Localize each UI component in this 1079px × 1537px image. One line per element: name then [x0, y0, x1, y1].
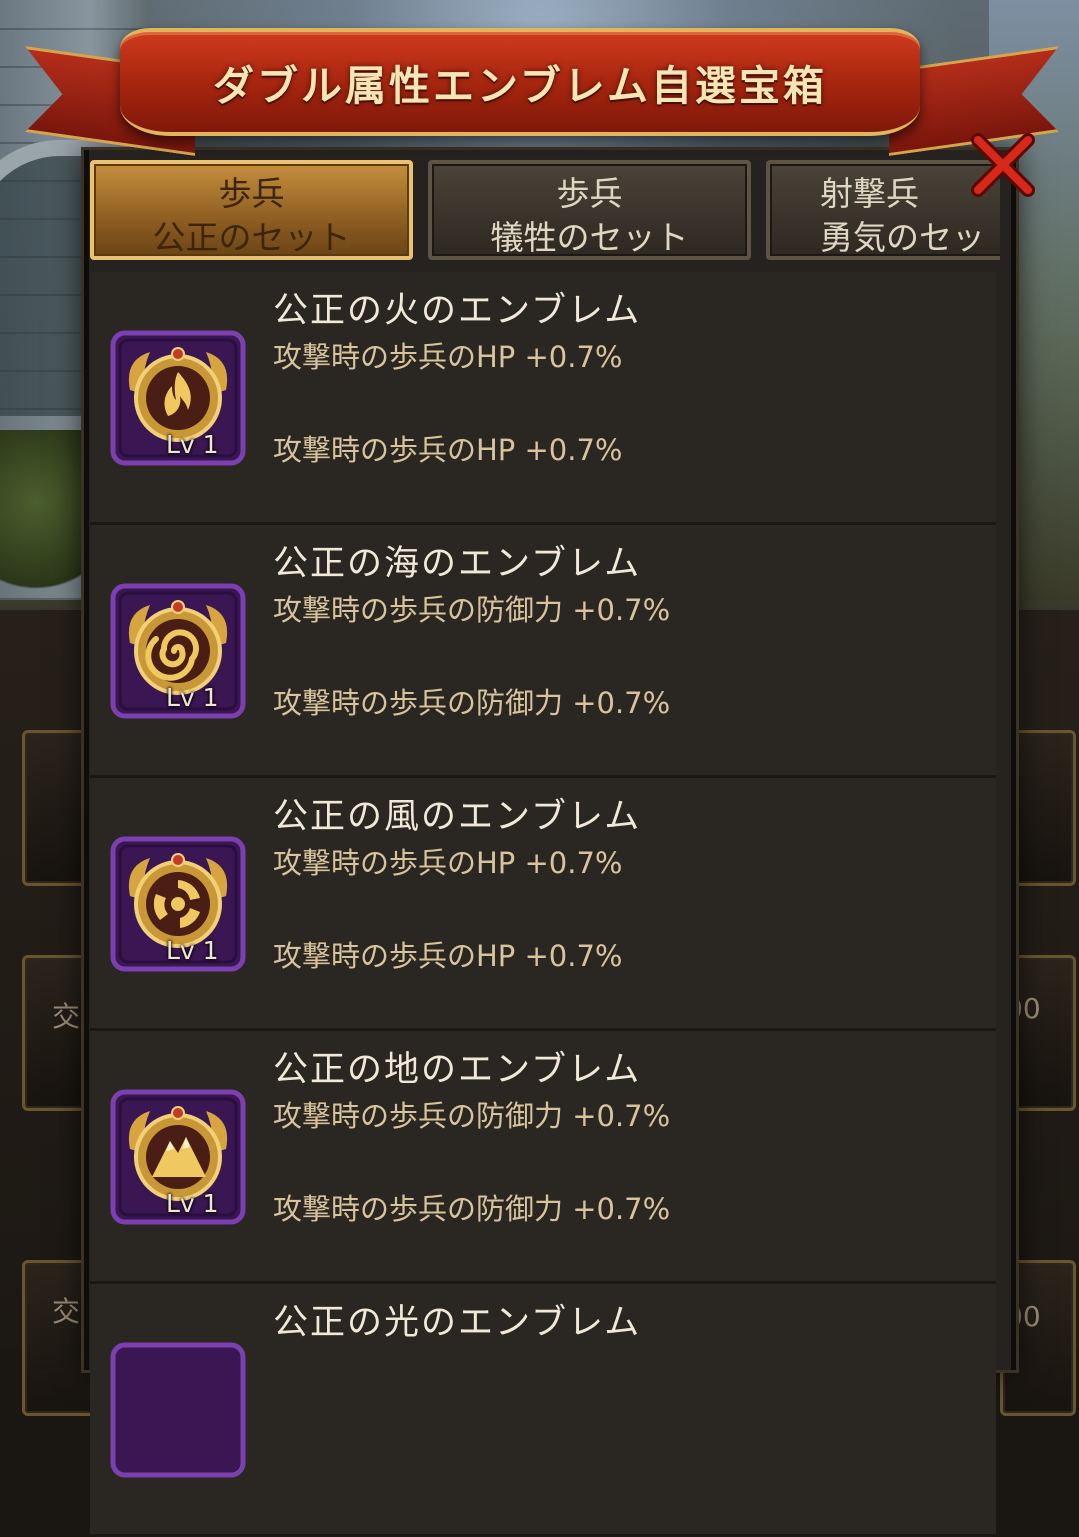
title-ribbon: ダブル属性エンブレム自選宝箱	[120, 28, 920, 136]
emblem-name: 公正の地のエンブレム	[273, 1050, 642, 1090]
emblem-icon-frame: Lv 1	[110, 836, 246, 972]
emblem-item-wind[interactable]: Lv 1 公正の風のエンブレム 攻撃時の歩兵のHP +0.7% 攻撃時の歩兵のH…	[90, 778, 996, 1031]
level-badge: Lv 1	[166, 430, 219, 459]
level-badge: Lv 1	[166, 1189, 219, 1218]
tab-label-line2: 勇気のセッ	[820, 218, 985, 257]
emblem-stat-1: 攻撃時の歩兵の防御力 +0.7%	[273, 593, 671, 627]
background-text: 交	[52, 1295, 81, 1328]
background-text: 交	[52, 1000, 81, 1033]
tab-label-line2: 公正のセット	[152, 218, 351, 257]
emblem-item-earth[interactable]: Lv 1 公正の地のエンブレム 攻撃時の歩兵の防御力 +0.7% 攻撃時の歩兵の…	[90, 1031, 996, 1284]
close-icon	[971, 133, 1035, 197]
tab-infantry-justice[interactable]: 歩兵 公正のセット	[90, 160, 413, 260]
emblem-stat-2: 攻撃時の歩兵のHP +0.7%	[273, 939, 623, 973]
tab-infantry-sacrifice[interactable]: 歩兵 犠牲のセット	[428, 160, 751, 260]
emblem-stat-2: 攻撃時の歩兵の防御力 +0.7%	[273, 1192, 671, 1226]
emblem-name: 公正の火のエンブレム	[273, 291, 642, 331]
emblem-icon-frame: Lv 1	[110, 583, 246, 719]
emblem-stat-1: 攻撃時の歩兵のHP +0.7%	[273, 846, 623, 880]
emblem-icon-frame: Lv 1	[110, 1089, 246, 1225]
emblem-icon-frame	[110, 1342, 246, 1478]
close-button[interactable]	[968, 130, 1038, 200]
emblem-name: 公正の光のエンブレム	[273, 1303, 642, 1343]
emblem-item-light[interactable]: 公正の光のエンブレム	[90, 1284, 996, 1537]
tab-label-line1: 歩兵	[218, 174, 285, 213]
emblem-stat-1: 攻撃時の歩兵の防御力 +0.7%	[273, 1099, 671, 1133]
light-icon	[110, 1342, 246, 1478]
emblem-stat-1: 攻撃時の歩兵のHP +0.7%	[273, 340, 623, 374]
emblem-stat-2: 攻撃時の歩兵のHP +0.7%	[273, 433, 623, 467]
dialog-title: ダブル属性エンブレム自選宝箱	[213, 62, 827, 110]
tab-archer-courage[interactable]: 射撃兵 勇気のセッ	[766, 160, 1000, 260]
background-foliage	[0, 430, 90, 610]
emblem-icon-frame: Lv 1	[110, 330, 246, 466]
level-badge: Lv 1	[166, 936, 219, 965]
emblem-name: 公正の風のエンブレム	[273, 797, 642, 837]
tab-label-line1: 歩兵	[556, 174, 623, 213]
tab-bar: 歩兵 公正のセット 歩兵 犠牲のセット 射撃兵 勇気のセッ	[90, 160, 1000, 265]
emblem-stat-2: 攻撃時の歩兵の防御力 +0.7%	[273, 686, 671, 720]
emblem-name: 公正の海のエンブレム	[273, 544, 642, 584]
tab-label-line2: 犠牲のセット	[490, 218, 689, 257]
emblem-item-sea[interactable]: Lv 1 公正の海のエンブレム 攻撃時の歩兵の防御力 +0.7% 攻撃時の歩兵の…	[90, 525, 996, 778]
level-badge: Lv 1	[166, 683, 219, 712]
emblem-item-fire[interactable]: Lv 1 公正の火のエンブレム 攻撃時の歩兵のHP +0.7% 攻撃時の歩兵のH…	[90, 272, 996, 525]
emblem-list: Lv 1 公正の火のエンブレム 攻撃時の歩兵のHP +0.7% 攻撃時の歩兵のH…	[90, 272, 996, 1537]
